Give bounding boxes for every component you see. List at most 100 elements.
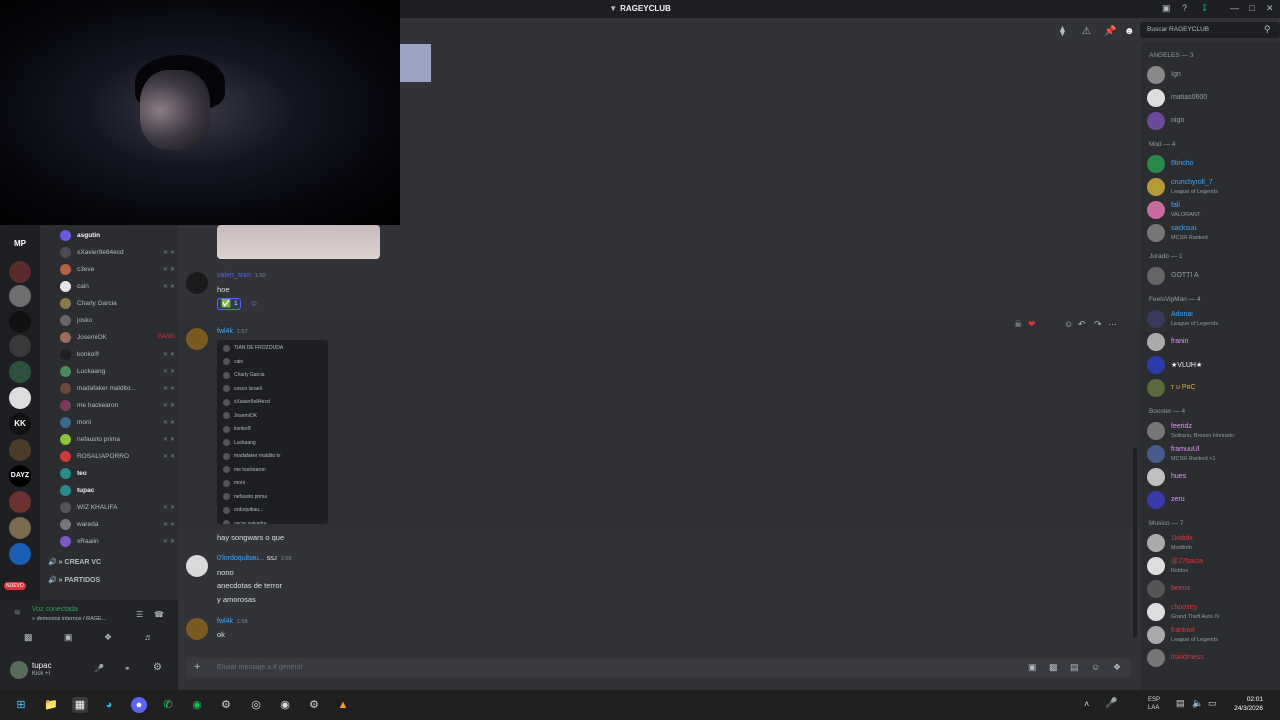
member-item[interactable]: franin bbox=[1147, 331, 1277, 353]
emoji-icon[interactable]: ☺ bbox=[1091, 662, 1100, 672]
member-item[interactable]: beenx bbox=[1147, 578, 1277, 600]
voice-user[interactable]: wareda ✕ ✕ bbox=[60, 516, 175, 532]
avatar[interactable] bbox=[186, 618, 208, 640]
attach-plus-icon[interactable]: + bbox=[194, 661, 200, 673]
voice-user[interactable]: konko® ✕ ✕ bbox=[60, 346, 175, 362]
member-item[interactable]: framuuUl MCSR Ranked +1 bbox=[1147, 443, 1277, 465]
server-icon-6[interactable] bbox=[9, 387, 31, 409]
close-icon[interactable]: ✕ bbox=[1266, 3, 1274, 14]
gif-icon[interactable]: ▩ bbox=[1049, 662, 1058, 673]
threads-icon[interactable]: ⧫ bbox=[1060, 26, 1065, 37]
member-item[interactable]: feeridz Solitario, Breezo Honrado bbox=[1147, 420, 1277, 442]
network-icon[interactable]: ▤ bbox=[1176, 698, 1185, 709]
voice-user[interactable]: asgutin bbox=[60, 227, 175, 243]
server-icon-8[interactable] bbox=[9, 491, 31, 513]
member-item[interactable]: zeru bbox=[1147, 489, 1277, 511]
sticker-icon[interactable]: ▤ bbox=[1070, 662, 1079, 673]
message-input[interactable]: Enviar mensaje a # general bbox=[217, 664, 302, 671]
discord-icon[interactable]: ● bbox=[131, 697, 147, 713]
member-item[interactable]: itskidmess bbox=[1147, 647, 1277, 669]
server-icon-1[interactable] bbox=[9, 261, 31, 283]
message-author[interactable]: fwl4k 1:57 bbox=[217, 328, 248, 335]
member-item[interactable]: nigo bbox=[1147, 110, 1277, 132]
message-composer[interactable]: + Enviar mensaje a # general ▣ ▩ ▤ ☺ ❖ bbox=[186, 658, 1131, 678]
chrome-icon[interactable]: ◉ bbox=[277, 697, 293, 713]
gift-icon[interactable]: ▣ bbox=[1028, 662, 1037, 673]
more-icon[interactable]: ⋯ bbox=[1108, 319, 1117, 330]
voice-user[interactable]: madafaker maldito... ✕ ✕ bbox=[60, 380, 175, 396]
steam-icon[interactable]: ⚙ bbox=[218, 697, 234, 713]
voice-user[interactable]: me hackearon ✕ ✕ bbox=[60, 397, 175, 413]
add-reaction-icon[interactable]: ☺ bbox=[250, 299, 258, 308]
tray-mic-icon[interactable]: 🎤 bbox=[1105, 698, 1117, 709]
disconnect-icon[interactable]: ☎ bbox=[154, 610, 164, 619]
voice-user[interactable]: WIZ KHALIFA ✕ ✕ bbox=[60, 499, 175, 515]
member-item[interactable]: 6tincho bbox=[1147, 153, 1277, 175]
avatar[interactable] bbox=[186, 272, 208, 294]
server-icon-kk[interactable]: KK bbox=[9, 413, 31, 435]
voice-user[interactable]: Luckaang ✕ ✕ bbox=[60, 363, 175, 379]
member-item[interactable]: hues bbox=[1147, 466, 1277, 488]
download-icon[interactable]: ↧ bbox=[1201, 3, 1209, 14]
crear-vc-channel[interactable]: 🔊 » CREAR VC bbox=[48, 558, 101, 566]
server-icon-7[interactable] bbox=[9, 439, 31, 461]
voice-user[interactable]: c3eve ✕ ✕ bbox=[60, 261, 175, 277]
member-item[interactable]: choosey Grand Theft Auto IV bbox=[1147, 601, 1277, 623]
voice-user[interactable]: moni ✕ ✕ bbox=[60, 414, 175, 430]
voice-user[interactable]: Charly Garcia bbox=[60, 295, 175, 311]
server-icon-3[interactable] bbox=[9, 311, 31, 333]
message-author[interactable]: valen_snm 1:50 bbox=[217, 272, 266, 279]
volume-icon[interactable]: 🔈 bbox=[1192, 698, 1203, 709]
server-icon-9[interactable] bbox=[9, 517, 31, 539]
voice-user[interactable]: nefausto prima ✕ ✕ bbox=[60, 431, 175, 447]
edge-icon[interactable]: ◕ bbox=[101, 697, 117, 713]
server-icon-5[interactable] bbox=[9, 361, 31, 383]
app-icon[interactable]: ▦ bbox=[72, 697, 88, 713]
members-icon[interactable]: ☻ bbox=[1124, 26, 1135, 37]
member-item[interactable]: Adonai League of Legends bbox=[1147, 308, 1277, 330]
pin-icon[interactable]: 📌 bbox=[1104, 26, 1116, 37]
member-item[interactable]: sacksuu MCSR Ranked bbox=[1147, 222, 1277, 244]
activities-icon[interactable]: ❖ bbox=[104, 632, 112, 643]
member-item[interactable]: Ign bbox=[1147, 64, 1277, 86]
reaction-check[interactable]: ✅ 1 bbox=[217, 298, 241, 310]
microphone-icon[interactable]: 🎤 bbox=[94, 664, 104, 673]
voice-user[interactable]: ROSALIAPORRO ✕ ✕ bbox=[60, 448, 175, 464]
clock[interactable]: 02:01 24/3/2026 bbox=[1225, 695, 1263, 713]
help-icon[interactable]: ? bbox=[1182, 3, 1187, 13]
voice-user[interactable]: cain ✕ ✕ bbox=[60, 278, 175, 294]
soundboard-icon[interactable]: ♬ bbox=[144, 632, 153, 642]
search-box[interactable]: Buscar RAGEYCLUB ⚲ bbox=[1140, 22, 1280, 38]
battery-icon[interactable]: ▭ bbox=[1208, 698, 1217, 709]
avatar[interactable] bbox=[10, 661, 28, 679]
voice-channel-name[interactable]: » demonios internos / RAGE... bbox=[32, 616, 106, 622]
message-author[interactable]: 0'lordoquibau... SSJ 1:58 bbox=[217, 555, 291, 562]
image-attachment-partial[interactable] bbox=[400, 44, 431, 82]
chat-scrollbar[interactable] bbox=[1133, 448, 1137, 638]
tray-arrow-icon[interactable]: ˄ bbox=[1084, 699, 1089, 709]
member-item[interactable]: @27bacta Roblox bbox=[1147, 555, 1277, 577]
image-attachment[interactable] bbox=[217, 225, 380, 259]
voice-user[interactable]: xXavier9e84ecd ✕ ✕ bbox=[60, 244, 175, 260]
spotify-icon[interactable]: ◉ bbox=[189, 697, 205, 713]
member-item[interactable]: frankiwl League of Legends bbox=[1147, 624, 1277, 646]
minimize-icon[interactable]: — bbox=[1230, 3, 1239, 13]
voice-user[interactable]: teo bbox=[60, 465, 175, 481]
member-item[interactable]: GOTTI A bbox=[1147, 265, 1277, 287]
heart-reaction-icon[interactable]: ❤ bbox=[1028, 319, 1036, 330]
settings-gear-icon[interactable]: ⚙ bbox=[153, 662, 162, 673]
server-icon-dayz[interactable]: DAYZ bbox=[9, 465, 31, 487]
noise-suppression-icon[interactable]: ☰ bbox=[136, 610, 143, 619]
forward-icon[interactable]: ↷ bbox=[1094, 319, 1102, 330]
apps-icon[interactable]: ❖ bbox=[1113, 662, 1121, 673]
voice-user[interactable]: JosemiOK GANG bbox=[60, 329, 175, 345]
server-icon-2[interactable] bbox=[9, 285, 31, 307]
camera-icon[interactable]: ▩ bbox=[24, 632, 33, 643]
partidos-channel[interactable]: 🔊 » PARTIDOS bbox=[48, 576, 100, 584]
member-item[interactable]: 1kiddix Modlinth bbox=[1147, 532, 1277, 554]
member-item[interactable]: т υ PʀC bbox=[1147, 377, 1277, 399]
inbox-icon[interactable]: ▣ bbox=[1162, 3, 1171, 14]
start-icon[interactable]: ⊞ bbox=[13, 697, 29, 713]
server-icon-4[interactable] bbox=[9, 335, 31, 357]
avatar[interactable] bbox=[186, 328, 208, 350]
